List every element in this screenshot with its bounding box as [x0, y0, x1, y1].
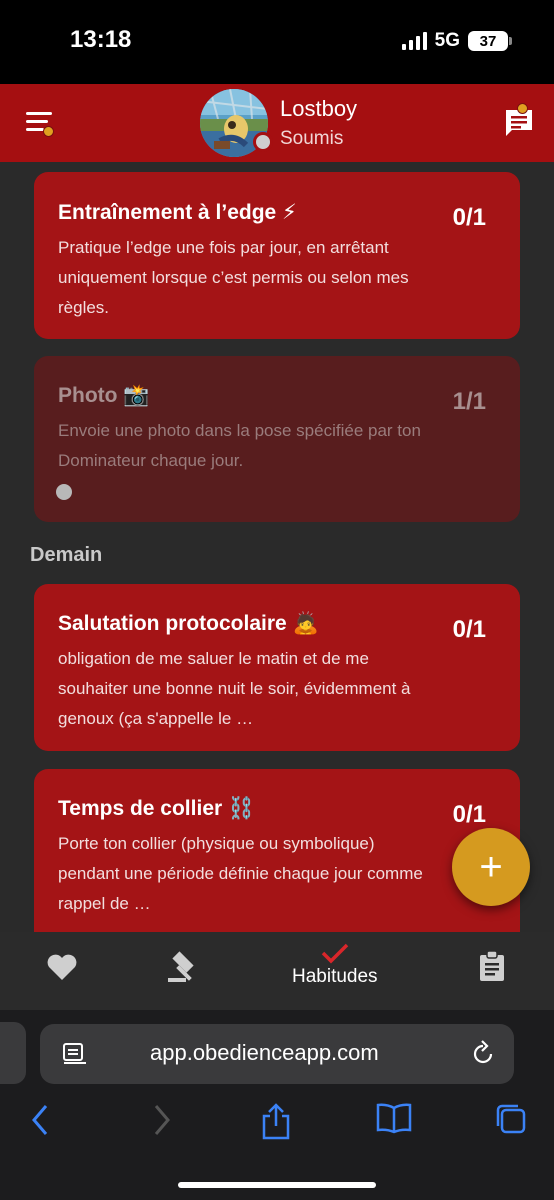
habit-description: Envoie une photo dans la pose spécifiée …	[58, 421, 421, 470]
back-icon[interactable]	[30, 1102, 52, 1138]
habit-progress: 1/1	[452, 388, 486, 415]
habit-title: Salutation protocolaire 🙇	[58, 612, 319, 635]
home-indicator	[178, 1182, 376, 1188]
book-icon[interactable]	[375, 1102, 413, 1134]
previous-tab-preview[interactable]	[0, 1022, 26, 1084]
bottom-nav: Habitudes	[0, 932, 554, 1010]
clipboard-icon	[480, 950, 504, 981]
menu-notification-dot	[43, 126, 54, 137]
habit-title: Photo 📸	[58, 384, 150, 407]
habit-progress: 0/1	[452, 801, 486, 828]
app-header: Lostboy Soumis	[0, 84, 554, 162]
forward-icon[interactable]	[150, 1102, 172, 1138]
chat-notification-dot	[517, 103, 528, 114]
share-icon[interactable]	[260, 1102, 292, 1140]
menu-icon	[26, 112, 52, 115]
reload-icon[interactable]	[470, 1040, 496, 1068]
habit-progress: 0/1	[452, 616, 486, 643]
battery-icon: 37	[468, 31, 512, 51]
user-status: Soumis	[280, 128, 344, 149]
reader-icon[interactable]	[62, 1042, 88, 1066]
habit-progress: 0/1	[452, 204, 486, 231]
add-habit-button[interactable]: +	[452, 828, 530, 906]
signal-icon	[401, 32, 427, 50]
habit-card[interactable]: Entraînement à l’edge ⚡ Pratique l’edge …	[34, 172, 520, 339]
habit-title: Entraînement à l’edge ⚡	[58, 201, 297, 224]
nav-habits-label: Habitudes	[292, 966, 378, 987]
status-dot	[56, 484, 72, 500]
user-name: Lostboy	[280, 96, 358, 121]
habit-description: obligation de me saluer le matin et de m…	[58, 649, 411, 728]
habit-title: Temps de collier ⛓️	[58, 797, 255, 820]
nav-tasks[interactable]	[477, 950, 507, 982]
url-text: app.obedienceapp.com	[150, 1040, 379, 1065]
check-icon	[321, 943, 349, 964]
nav-habits[interactable]: Habitudes	[292, 942, 378, 988]
section-heading-tomorrow: Demain	[30, 544, 103, 566]
network-type: 5G	[434, 30, 460, 51]
habit-card[interactable]: Temps de collier ⛓️ Porte ton collier (p…	[34, 769, 520, 932]
nav-rules[interactable]	[166, 950, 200, 984]
habit-description: Porte ton collier (physique ou symboliqu…	[58, 834, 423, 913]
gavel-icon	[168, 951, 194, 982]
nav-favorites[interactable]	[46, 952, 78, 982]
avatar-status-indicator	[253, 132, 273, 152]
address-bar[interactable]: app.obedienceapp.com	[40, 1024, 514, 1084]
status-indicators: 5G 37	[401, 30, 512, 52]
habit-card[interactable]: Salutation protocolaire 🙇 obligation de …	[34, 584, 520, 751]
habit-description: Pratique l’edge une fois par jour, en ar…	[58, 238, 409, 317]
habit-card-completed[interactable]: Photo 📸 Envoie une photo dans la pose sp…	[34, 356, 520, 522]
habit-list: Entraînement à l’edge ⚡ Pratique l’edge …	[0, 162, 554, 932]
browser-chrome: app.obedienceapp.com	[0, 1010, 554, 1200]
status-bar: 13:18 5G 37	[0, 0, 554, 84]
tabs-icon[interactable]	[494, 1102, 528, 1136]
browser-toolbar	[0, 1096, 554, 1146]
status-time: 13:18	[70, 26, 132, 53]
heart-icon	[47, 954, 77, 980]
